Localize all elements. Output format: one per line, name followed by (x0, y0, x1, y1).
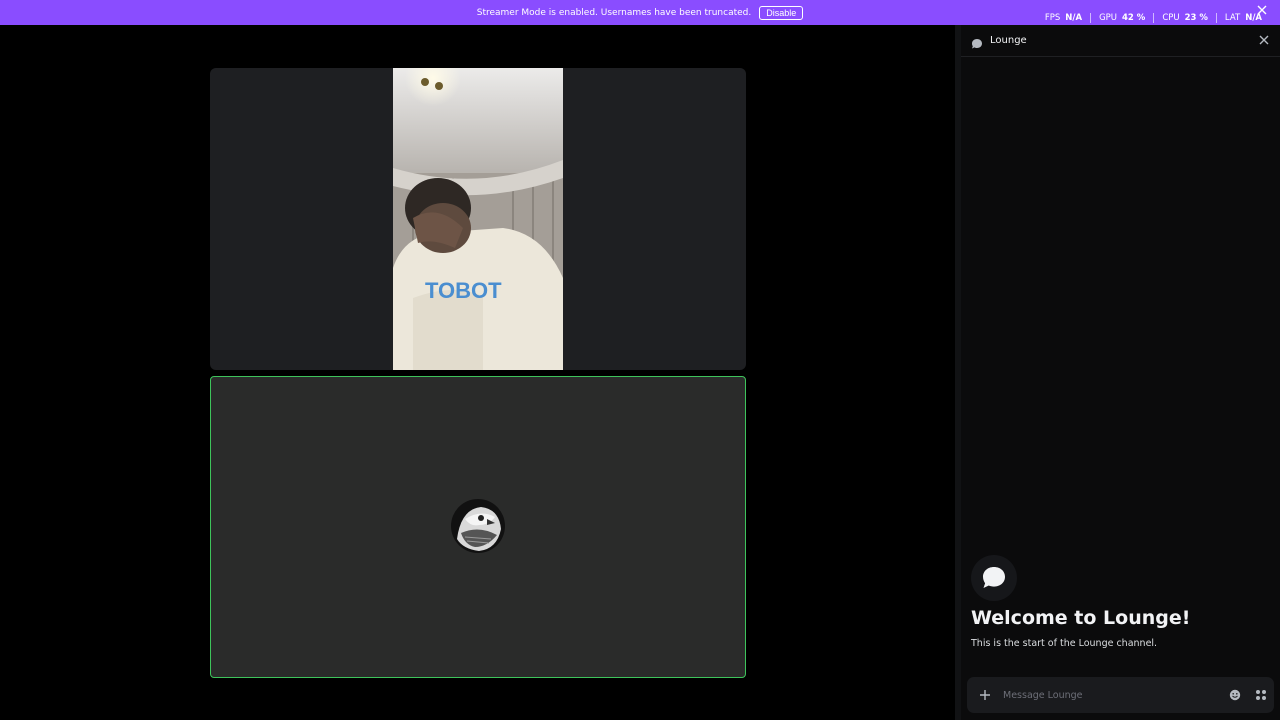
performance-stats: FPS N/A GPU 42 % CPU 23 % LAT N/A (1037, 12, 1270, 24)
chat-bubble-icon (971, 555, 1017, 601)
stat-value: N/A (1065, 13, 1083, 23)
stat-value: 42 % (1122, 13, 1146, 23)
speaking-participant-tile[interactable] (210, 376, 746, 678)
welcome-subtitle: This is the start of the Lounge channel. (971, 638, 1158, 649)
chat-bubble-icon (971, 35, 983, 48)
stat-fps: FPS N/A (1037, 13, 1090, 23)
stat-gpu: GPU 42 % (1090, 13, 1153, 23)
stat-label: FPS (1044, 13, 1061, 23)
camera-feed: TOBOT (393, 68, 563, 370)
svg-text:TOBOT: TOBOT (425, 278, 502, 303)
emoji-icon[interactable] (1222, 677, 1248, 713)
stat-label: GPU (1099, 13, 1117, 23)
streamer-mode-text: Streamer Mode is enabled. Usernames have… (476, 7, 752, 18)
disable-streamer-mode-button[interactable]: Disable (759, 5, 804, 20)
stat-value: N/A (1245, 13, 1262, 23)
participant-avatar[interactable] (451, 499, 505, 553)
close-icon[interactable] (1258, 34, 1270, 46)
stat-value: 23 % (1184, 13, 1208, 23)
stat-label: CPU (1162, 13, 1180, 23)
chat-header: Lounge (961, 25, 1280, 57)
stat-cpu: CPU 23 % (1153, 13, 1216, 23)
apps-icon[interactable] (1248, 677, 1274, 713)
plus-icon[interactable] (967, 677, 1003, 713)
chat-panel: Lounge Welcome to Lounge! This is the st… (961, 25, 1280, 720)
message-composer (967, 677, 1274, 713)
message-input[interactable] (1003, 689, 1222, 701)
call-stage: TOBOT (0, 25, 955, 720)
video-tile[interactable]: TOBOT (210, 68, 746, 370)
stat-label: LAT (1224, 13, 1241, 23)
channel-title: Lounge (990, 35, 1027, 46)
welcome-title: Welcome to Lounge! (971, 607, 1191, 629)
stat-latency: LAT N/A (1215, 13, 1270, 23)
